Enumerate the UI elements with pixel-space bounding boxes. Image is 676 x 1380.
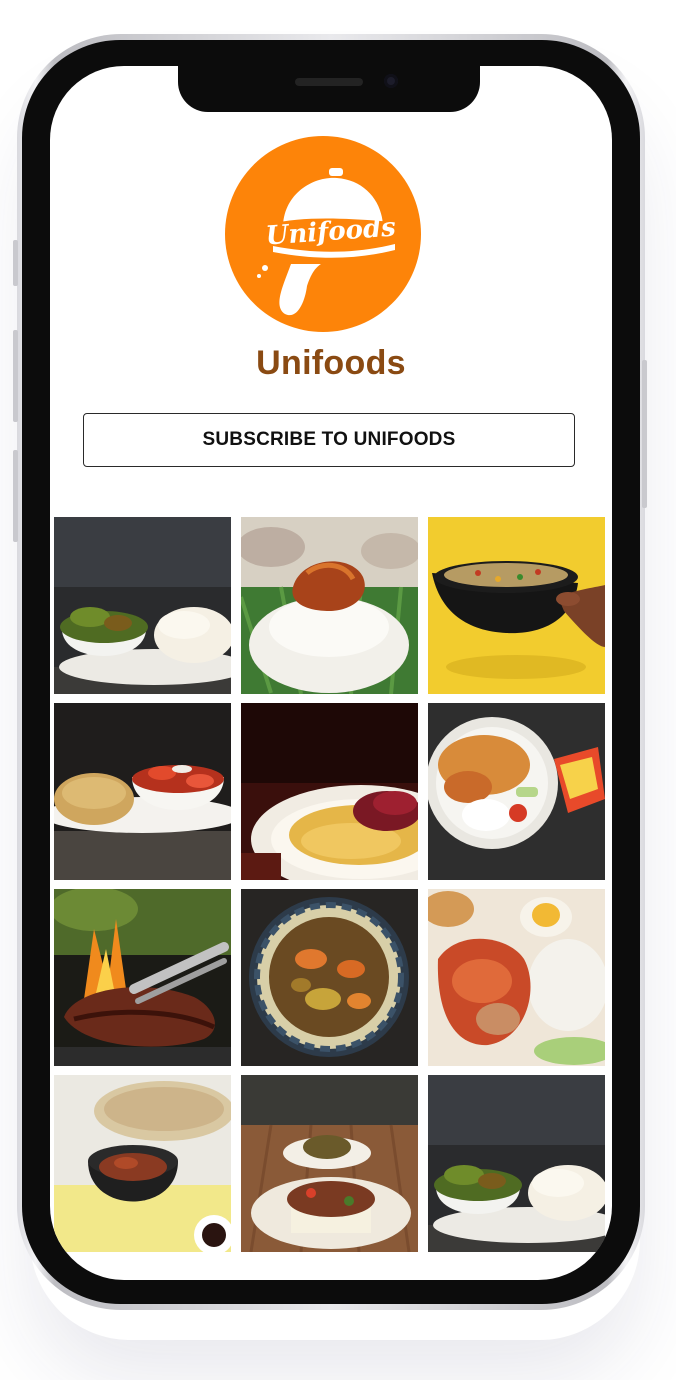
gallery-photo[interactable] (54, 1075, 231, 1252)
volume-up-button (13, 330, 18, 422)
gallery-photo[interactable] (428, 1075, 605, 1252)
mute-switch (13, 240, 18, 286)
gallery-photo[interactable] (428, 889, 605, 1066)
brand-logo[interactable]: Unifoods (225, 136, 421, 332)
cloche-icon: Unifoods (257, 168, 397, 316)
app-screen: Unifoods Unifoods SUBSCRIBE TO UNIFOODS (50, 66, 612, 1280)
volume-down-button (13, 450, 18, 542)
speaker-grille (295, 78, 363, 86)
photo-gallery (54, 517, 606, 1252)
gallery-photo[interactable] (241, 517, 418, 694)
power-button (642, 360, 647, 508)
front-camera (384, 74, 398, 88)
brand-title: Unifoods (256, 344, 406, 382)
gallery-photo[interactable] (241, 889, 418, 1066)
gallery-photo[interactable] (241, 1075, 418, 1252)
gallery-photo[interactable] (241, 703, 418, 880)
phone-notch (178, 66, 480, 112)
gallery-photo[interactable] (428, 517, 605, 694)
gallery-photo[interactable] (54, 517, 231, 694)
gallery-photo[interactable] (54, 889, 231, 1066)
gallery-photo[interactable] (428, 703, 605, 880)
subscribe-button[interactable]: SUBSCRIBE TO UNIFOODS (83, 413, 575, 467)
gallery-photo[interactable] (54, 703, 231, 880)
